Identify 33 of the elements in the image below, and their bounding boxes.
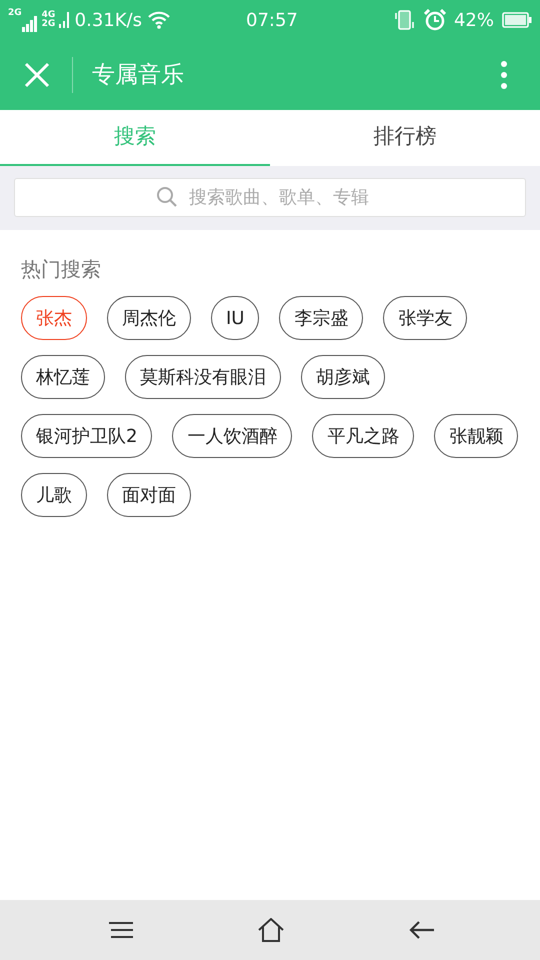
battery-icon (502, 12, 532, 28)
search-tag[interactable]: 银河护卫队2 (21, 414, 152, 458)
vibrate-icon (394, 10, 416, 30)
search-tag[interactable]: 莫斯科没有眼泪 (125, 355, 281, 399)
search-tag[interactable]: 张靓颖 (434, 414, 518, 458)
search-tag[interactable]: 林忆莲 (21, 355, 105, 399)
wifi-icon (148, 11, 170, 29)
network-label: 4G 2G (42, 11, 56, 29)
network-label: 2G (8, 9, 22, 18)
search-tag[interactable]: 平凡之路 (312, 414, 414, 458)
search-tag[interactable]: 张学友 (383, 296, 468, 340)
network-speed: 0.31K/s (74, 8, 142, 32)
search-tag[interactable]: 张杰 (21, 296, 87, 340)
section-title: 热门搜索 (21, 256, 102, 283)
search-icon (156, 186, 178, 208)
signal-icon (58, 12, 71, 28)
battery-level: 42% (454, 8, 494, 32)
home-icon[interactable] (258, 918, 284, 942)
search-tag[interactable]: 周杰伦 (107, 296, 191, 340)
search-tag[interactable]: 一人饮酒醉 (172, 414, 292, 458)
alarm-icon (424, 9, 446, 31)
search-tag[interactable]: 胡彦斌 (301, 355, 385, 399)
tab[interactable]: 排行榜 (270, 110, 540, 166)
page-title: 专属音乐 (92, 60, 184, 90)
search-tag[interactable]: 儿歌 (21, 473, 87, 517)
search-tag[interactable]: 李宗盛 (279, 296, 364, 340)
back-icon[interactable] (409, 920, 435, 940)
signal-icon (22, 16, 38, 32)
search-tag[interactable]: 面对面 (107, 473, 191, 517)
search-tag[interactable]: IU (211, 296, 260, 340)
search-field[interactable]: 搜索歌曲、歌单、专辑 (14, 178, 526, 217)
clock: 07:57 (246, 8, 298, 32)
menu-icon[interactable] (109, 922, 133, 938)
